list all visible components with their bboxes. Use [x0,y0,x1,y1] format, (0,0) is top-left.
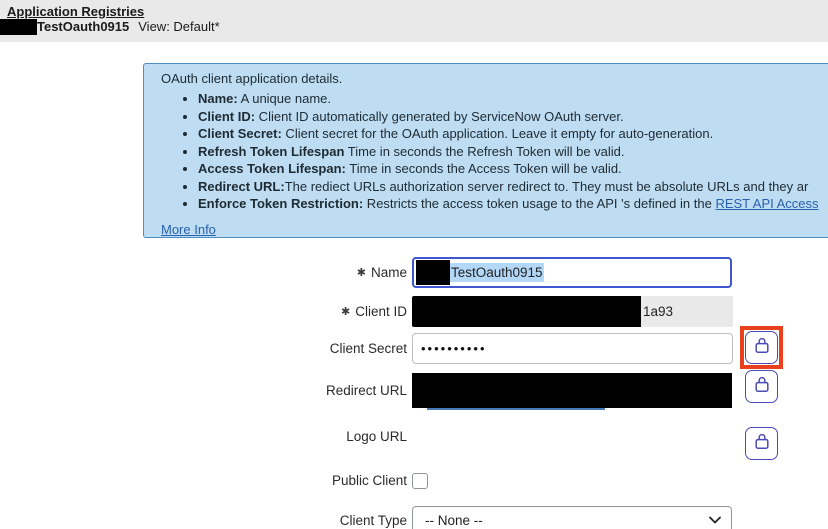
field-row-logo-url: Logo URL [160,421,820,451]
mandatory-indicator: ✱ [357,267,366,279]
bullet-desc: A unique name. [238,91,331,106]
info-box: OAuth client application details. Name: … [143,63,828,238]
bullet-desc: Client secret for the OAuth application.… [282,126,713,141]
name-input[interactable]: TestOauth0915 [412,257,732,288]
redacted-box [412,373,732,408]
rest-api-access-link[interactable]: REST API Access [715,196,818,211]
client-secret-lock-button[interactable] [745,331,778,364]
more-info-link[interactable]: More Info [161,222,216,237]
client-type-select[interactable]: -- None -- [412,506,732,529]
field-row-name: ✱ Name TestOauth0915 [160,257,820,288]
field-label-logo-url: Logo URL [160,429,412,444]
info-bullet: Access Token Lifespan: Time in seconds t… [198,160,828,178]
field-row-client-type: Client Type -- None -- [160,503,820,529]
redirect-url-lock-button[interactable] [745,370,778,403]
app-root: Application Registries TestOauth0915 Vie… [0,0,828,529]
field-label-name: ✱ Name [160,265,412,280]
bullet-desc: Time in seconds the Refresh Token will b… [344,144,624,159]
info-bullet: Enforce Token Restriction: Restricts the… [198,195,828,213]
redacted-box [0,19,37,35]
bullet-term: Redirect URL: [198,179,285,194]
client-secret-input[interactable]: •••••••••• [412,333,733,364]
logo-url-lock-button[interactable] [745,427,778,460]
field-label-text: Client ID [355,304,407,319]
bullet-term: Name: [198,91,238,106]
field-label-client-type: Client Type [160,513,412,528]
masked-secret-value: •••••••••• [421,341,487,356]
info-bullet: Name: A unique name. [198,90,828,108]
lock-icon [754,432,770,455]
info-bullet-list: Name: A unique name. Client ID: Client I… [161,90,828,213]
info-intro: OAuth client application details. [161,70,828,87]
view-label: View: Default* [138,19,219,34]
field-label-public-client: Public Client [160,473,412,488]
mandatory-indicator: ✱ [341,306,350,318]
bullet-term: Access Token Lifespan: [198,161,346,176]
info-bullet: Client Secret: Client secret for the OAu… [198,125,828,143]
bullet-term: Client Secret: [198,126,282,141]
field-label-client-secret: Client Secret [160,341,412,356]
field-row-client-id: ✱ Client ID 1a93 [160,296,820,327]
field-row-redirect-url: Redirect URL [160,372,820,409]
chevron-down-icon [709,516,721,524]
bullet-term: Client ID: [198,109,255,124]
client-id-field: 1a93 [412,296,733,327]
field-label-text: Name [371,265,407,280]
field-label-redirect-url: Redirect URL [160,383,412,398]
info-bullet: Refresh Token Lifespan Time in seconds t… [198,143,828,161]
bullet-desc: Restricts the access token usage to the … [363,196,715,211]
bullet-term: Refresh Token Lifespan [198,144,344,159]
bullet-desc: Client ID automatically generated by Ser… [255,109,624,124]
record-title-row: TestOauth0915 View: Default* [0,18,220,35]
info-bullet: Redirect URL:The rediect URLs authorizat… [198,178,828,196]
select-value: -- None -- [425,513,709,528]
record-name: TestOauth0915 [37,19,129,34]
name-selected-text: TestOauth0915 [450,263,544,282]
breadcrumb-link[interactable]: Application Registries [7,4,144,19]
field-row-client-secret: Client Secret •••••••••• [160,333,820,364]
redacted-box [416,260,450,285]
client-id-suffix: 1a93 [641,304,673,319]
redacted-box [412,296,641,327]
public-client-checkbox[interactable] [412,473,428,489]
lock-icon [754,375,770,398]
field-row-public-client: Public Client [160,465,820,496]
lock-icon [754,336,770,359]
bullet-desc: Time in seconds the Access Token will be… [346,161,622,176]
bullet-term: Enforce Token Restriction: [198,196,363,211]
bullet-desc: The rediect URLs authorization server re… [285,179,809,194]
info-bullet: Client ID: Client ID automatically gener… [198,108,828,126]
clipped-link-remnant [427,406,605,410]
field-label-client-id: ✱ Client ID [160,304,412,319]
header-bar: Application Registries TestOauth0915 Vie… [0,0,828,42]
